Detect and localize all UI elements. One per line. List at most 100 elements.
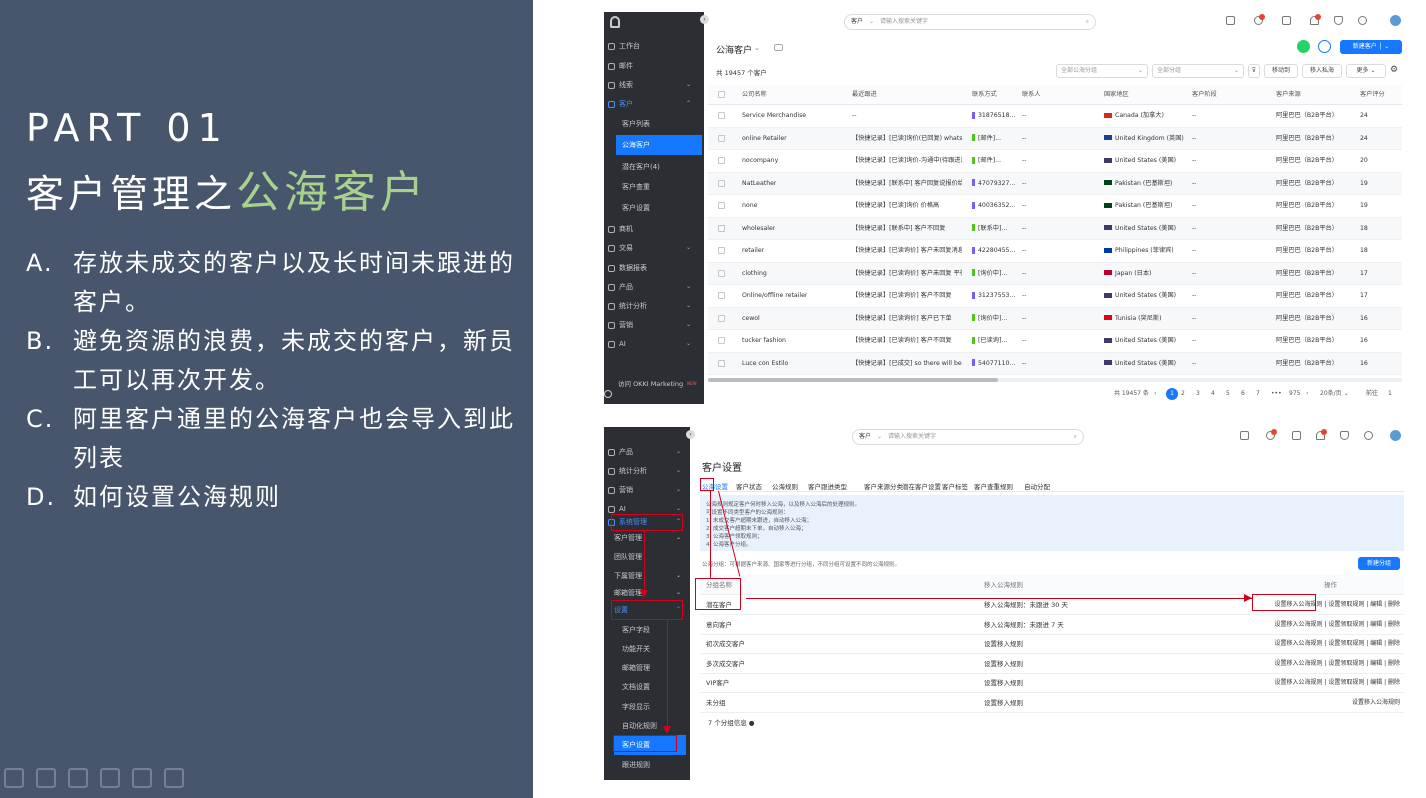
sidebar-sub-customer-manage[interactable]: 客户管理 ⌄ — [614, 528, 684, 548]
group-filter[interactable]: 全部分组 ⌄ — [1152, 64, 1244, 78]
row-checkbox[interactable] — [718, 224, 725, 232]
row-checkbox[interactable] — [718, 337, 725, 344]
scan-icon[interactable] — [1318, 40, 1331, 53]
tab-2[interactable]: 客户状态 — [736, 481, 762, 491]
table-row[interactable]: none 【快捷记录】[已读]询价 价格高 40036352... -- Pakista… — [708, 195, 1402, 218]
table-row[interactable]: Service Merchandise -- 31876518... -- Canada… — [708, 105, 1402, 128]
cell-name[interactable]: clothing — [742, 263, 767, 285]
page-6[interactable]: 6 — [1241, 388, 1245, 400]
cell-name[interactable]: wholesaler — [742, 218, 775, 240]
shield-icon[interactable] — [1340, 431, 1349, 440]
tab-7[interactable]: 客户标签 — [942, 481, 968, 491]
sidebar-sub2-display[interactable]: 字段显示 — [622, 697, 650, 717]
screen-icon[interactable] — [774, 44, 783, 51]
sidebar-item-product[interactable]: 产品 ⌄ — [608, 442, 686, 462]
sidebar-sub-team[interactable]: 团队管理 — [614, 547, 642, 567]
table-row[interactable]: Luce con Estilo 【快捷记录】[已成交] so there will… — [708, 352, 1402, 375]
page-4[interactable]: 4 — [1211, 388, 1215, 400]
row-actions[interactable]: 设置移入公海规则 | 设置领取规则 | 编辑 | 删除 — [1274, 634, 1400, 654]
help-circle-icon[interactable] — [1364, 431, 1373, 440]
sidebar-sub2-automation[interactable]: 自动化规则 — [622, 716, 657, 736]
row-checkbox[interactable] — [718, 314, 725, 322]
sidebar-item-workbench[interactable]: 工作台 — [608, 36, 640, 56]
page-5[interactable]: 5 — [1226, 388, 1230, 400]
table-row[interactable]: online Retailer 【快捷记录】[已读]询价(已回复) whats..… — [708, 127, 1402, 150]
tab-5[interactable]: 客户来源分类 — [864, 481, 903, 491]
new-group-button[interactable]: 新建分组 — [1358, 557, 1400, 570]
sidebar-sub-settings[interactable]: 客户设置 — [622, 198, 650, 218]
move-button[interactable]: 移动到 — [1264, 64, 1298, 78]
sidebar-item-stats[interactable]: 统计分析 ⌄ — [608, 296, 700, 316]
calendar-icon[interactable] — [1282, 16, 1291, 25]
horizontal-scrollbar[interactable] — [708, 378, 1402, 382]
tab-4[interactable]: 客户跟进类型 — [808, 481, 847, 491]
sidebar-item-product[interactable]: 产品 ⌄ — [608, 277, 700, 297]
cell-name[interactable]: none — [742, 195, 757, 217]
page-7[interactable]: 7 — [1256, 388, 1260, 400]
row-checkbox[interactable] — [718, 247, 725, 254]
chevron-down-icon[interactable]: ⌄ — [754, 44, 760, 52]
cell-name[interactable]: nocompany — [742, 150, 778, 172]
tab-3[interactable]: 公海规则 — [772, 481, 798, 491]
collapse-icon[interactable]: ‹ — [686, 430, 695, 439]
new-customer-button[interactable]: 新建客户 │ ⌄ — [1340, 40, 1402, 54]
sidebar-item-mail[interactable]: 邮件 — [608, 56, 633, 76]
page-8[interactable]: ••• — [1271, 388, 1282, 400]
avatar[interactable] — [1390, 15, 1401, 26]
goto-input[interactable]: 1 — [1388, 388, 1392, 400]
sidebar-item-trade[interactable]: 交易 ⌄ — [608, 238, 700, 258]
sidebar-sub2-fields[interactable]: 客户字段 — [622, 620, 650, 640]
okki-marketing-link[interactable]: 访问 OKKI Marketing NEW — [618, 374, 697, 394]
row-checkbox[interactable] — [718, 359, 725, 367]
row-actions[interactable]: 设置移入公海规则 — [1352, 693, 1400, 713]
whatsapp-icon[interactable] — [1297, 40, 1310, 53]
sidebar-sub-customer-list[interactable]: 客户列表 — [622, 114, 650, 134]
select-all-checkbox[interactable] — [718, 91, 725, 98]
cell-name[interactable]: tucker fashion — [742, 330, 786, 352]
table-row[interactable]: tucker fashion 【快捷记录】[已读询价] 客户不回复 [已读询]...… — [708, 330, 1402, 353]
help-circle-icon[interactable] — [1358, 16, 1367, 25]
row-checkbox[interactable] — [718, 202, 725, 209]
table-row[interactable]: cewol 【快捷记录】[已读询价] 客户已下单 [询价中]... -- Tunisia… — [708, 307, 1402, 330]
row-checkbox[interactable] — [718, 269, 725, 277]
cell-name[interactable]: Online/offline retailer — [742, 285, 807, 307]
sidebar-sub-public-customers[interactable]: 公海客户 — [616, 135, 702, 155]
sidebar-item-marketing[interactable]: 营销 ⌄ — [608, 480, 686, 500]
row-checkbox[interactable] — [718, 292, 725, 299]
page-size-select[interactable]: 20条/页 ⌄ — [1320, 388, 1349, 400]
move-private-button[interactable]: 移入私海 — [1302, 64, 1342, 78]
sidebar-item-stats[interactable]: 统计分析 ⌄ — [608, 461, 686, 481]
add-task-icon[interactable] — [1240, 431, 1249, 440]
row-checkbox[interactable] — [718, 134, 725, 142]
global-search[interactable]: 客户 ⌄ 请输入搜索关键字 ⌕ — [852, 429, 1084, 445]
public-group-filter[interactable]: 全部公海分组 ⌄ — [1056, 64, 1148, 78]
page-3[interactable]: 3 — [1196, 388, 1200, 400]
sidebar-sub2-mailbox[interactable]: 邮箱管理 — [622, 658, 650, 678]
page-1[interactable]: 1 — [1166, 388, 1178, 400]
row-checkbox[interactable] — [718, 179, 725, 187]
sidebar-sub-potential[interactable]: 潜在客户(4) — [622, 157, 660, 177]
next-page-icon[interactable]: › — [1306, 388, 1308, 400]
sidebar-item-marketing[interactable]: 营销 ⌄ — [608, 315, 700, 335]
sidebar-item-leads[interactable]: 线索 ⌄ — [608, 75, 700, 95]
row-checkbox[interactable] — [718, 157, 725, 164]
prev-page-icon[interactable]: ‹ — [1154, 388, 1156, 400]
filter-icon[interactable]: ⊽ — [1248, 64, 1260, 78]
sidebar-item-ai[interactable]: AI ⌄ — [608, 334, 700, 354]
table-row[interactable]: nocompany 【快捷记录】[已读]询价-沟通中(待跟进) [邮件]... -- U… — [708, 150, 1402, 173]
avatar[interactable] — [1390, 430, 1401, 441]
row-checkbox[interactable] — [718, 112, 725, 119]
sidebar-sub2-switches[interactable]: 功能开关 — [622, 639, 650, 659]
global-search[interactable]: 客户 ⌄ 请输入搜索关键字 ⌕ — [844, 14, 1096, 30]
sidebar-sub2-follow[interactable]: 跟进规则 — [622, 755, 650, 775]
cell-name[interactable]: Luce con Estilo — [742, 353, 788, 375]
help-icon[interactable] — [604, 390, 612, 398]
page-9[interactable]: 975 — [1289, 388, 1300, 400]
sidebar-item-report[interactable]: 数据报表 — [608, 258, 647, 278]
tab-6[interactable]: 潜在客户设置 — [902, 481, 941, 491]
tab-9[interactable]: 自动分配 — [1024, 481, 1050, 491]
row-actions[interactable]: 设置移入公海规则 | 设置领取规则 | 编辑 | 删除 — [1274, 654, 1400, 674]
collapse-icon[interactable]: ‹ — [700, 15, 709, 24]
sidebar-sub-dedupe[interactable]: 客户查重 — [622, 177, 650, 197]
tab-8[interactable]: 客户查重规则 — [974, 481, 1013, 491]
